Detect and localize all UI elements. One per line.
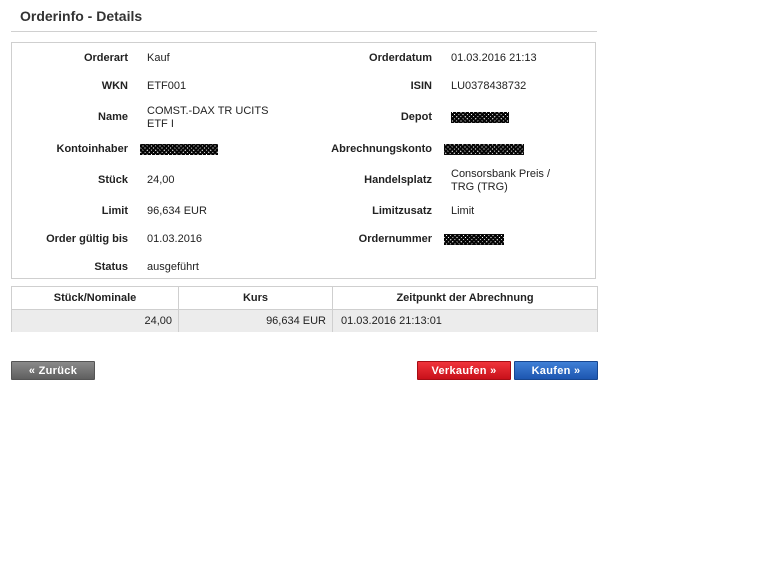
cell-kurs: 96,634 EUR bbox=[178, 310, 332, 332]
value-handelsplatz-line2: TRG (TRG) bbox=[451, 181, 508, 193]
buy-button[interactable]: Kaufen » bbox=[514, 361, 598, 380]
value-kontoinhaber-redacted bbox=[140, 143, 218, 156]
label-kontoinhaber: Kontoinhaber bbox=[56, 143, 129, 155]
value-name-line2: ETF I bbox=[147, 118, 174, 130]
label-abrechnungskonto: Abrechnungskonto bbox=[331, 143, 432, 155]
label-orderart: Orderart bbox=[83, 52, 128, 64]
value-handelsplatz: Consorsbank Preis / TRG (TRG) bbox=[451, 168, 581, 194]
label-name: Name bbox=[98, 111, 128, 123]
value-orderdatum: 01.03.2016 21:13 bbox=[451, 52, 537, 64]
label-limitzusatz: Limitzusatz bbox=[372, 205, 432, 217]
value-abrechnungskonto-redacted bbox=[444, 143, 574, 156]
label-depot: Depot bbox=[400, 111, 432, 123]
header-stueck-nominale: Stück/Nominale bbox=[53, 292, 137, 304]
back-button[interactable]: « Zurück bbox=[11, 361, 95, 380]
value-isin: LU0378438732 bbox=[451, 80, 527, 92]
label-isin: ISIN bbox=[410, 80, 432, 92]
header-zeitpunkt: Zeitpunkt der Abrechnung bbox=[332, 287, 597, 309]
value-name-line1: COMST.-DAX TR UCITS bbox=[147, 105, 269, 117]
sell-button[interactable]: Verkaufen » bbox=[417, 361, 511, 380]
label-ordernummer: Ordernummer bbox=[358, 233, 432, 245]
cell-stueck-nominale: 24,00 bbox=[144, 315, 172, 327]
value-depot-redacted bbox=[451, 111, 581, 124]
label-limit: Limit bbox=[101, 205, 128, 217]
label-stueck: Stück bbox=[98, 174, 128, 186]
table-row: 24,00 96,634 EUR 01.03.2016 21:13:01 bbox=[12, 309, 597, 332]
label-gueltig-bis: Order gültig bis bbox=[46, 233, 128, 245]
label-status: Status bbox=[94, 261, 128, 273]
label-orderdatum: Orderdatum bbox=[369, 52, 432, 64]
page-title: Orderinfo - Details bbox=[20, 8, 143, 24]
value-handelsplatz-line1: Consorsbank Preis / bbox=[451, 168, 551, 180]
label-wkn: WKN bbox=[101, 80, 128, 92]
value-status: ausgeführt bbox=[147, 261, 199, 273]
header-kurs: Kurs bbox=[178, 287, 332, 309]
label-handelsplatz: Handelsplatz bbox=[364, 174, 432, 186]
order-details-panel: Orderart Kauf Orderdatum 01.03.2016 21:1… bbox=[11, 42, 596, 279]
settlement-table: Stück/Nominale Kurs Zeitpunkt der Abrech… bbox=[11, 286, 598, 332]
settlement-table-header: Stück/Nominale Kurs Zeitpunkt der Abrech… bbox=[12, 287, 597, 309]
value-limitzusatz: Limit bbox=[451, 205, 475, 217]
title-divider bbox=[11, 31, 597, 32]
value-ordernummer-redacted bbox=[444, 233, 574, 246]
cell-zeitpunkt: 01.03.2016 21:13:01 bbox=[332, 310, 597, 332]
